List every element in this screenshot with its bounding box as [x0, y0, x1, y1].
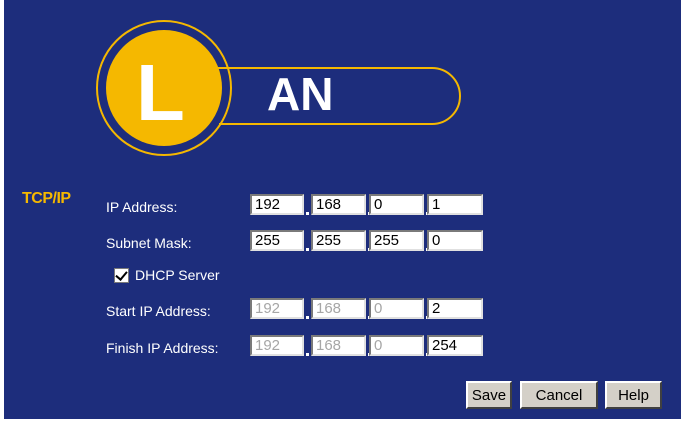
ip-address-octet-1[interactable] [250, 194, 304, 215]
lan-logo: L AN [96, 20, 461, 156]
finish-ip-label: Finish IP Address: [106, 340, 219, 356]
logo-word: AN [267, 68, 333, 120]
ip-dot [306, 353, 309, 356]
ip-dot [306, 316, 309, 319]
help-button[interactable]: Help [605, 381, 662, 409]
lan-settings-panel: L AN TCP/IP IP Address: Subnet Mask: DHC… [4, 0, 681, 419]
start-ip-octet-4[interactable] [427, 298, 483, 319]
subnet-mask-label: Subnet Mask: [106, 235, 192, 251]
subnet-mask-octet-2[interactable] [311, 230, 366, 251]
ip-dot [306, 248, 309, 251]
dhcp-server-checkbox[interactable] [114, 268, 129, 283]
finish-ip-octet-4[interactable] [427, 335, 483, 356]
ip-address-octet-4[interactable] [427, 194, 483, 215]
subnet-mask-octet-4[interactable] [427, 230, 483, 251]
start-ip-octet-2 [311, 298, 366, 319]
save-button[interactable]: Save [466, 381, 512, 409]
finish-ip-octet-3 [369, 335, 424, 356]
ip-dot [306, 212, 309, 215]
cancel-button[interactable]: Cancel [520, 381, 598, 409]
tcpip-section-label: TCP/IP [22, 190, 71, 207]
start-ip-octet-1 [250, 298, 304, 319]
start-ip-octet-3 [369, 298, 424, 319]
ip-address-label: IP Address: [106, 199, 178, 215]
checkmark-icon [115, 268, 128, 281]
finish-ip-octet-1 [250, 335, 304, 356]
ip-address-octet-3[interactable] [369, 194, 424, 215]
subnet-mask-octet-3[interactable] [369, 230, 424, 251]
ip-address-octet-2[interactable] [311, 194, 366, 215]
start-ip-label: Start IP Address: [106, 303, 211, 319]
dhcp-server-label: DHCP Server [135, 267, 220, 283]
logo-letter: L [136, 48, 185, 137]
subnet-mask-octet-1[interactable] [250, 230, 304, 251]
finish-ip-octet-2 [311, 335, 366, 356]
